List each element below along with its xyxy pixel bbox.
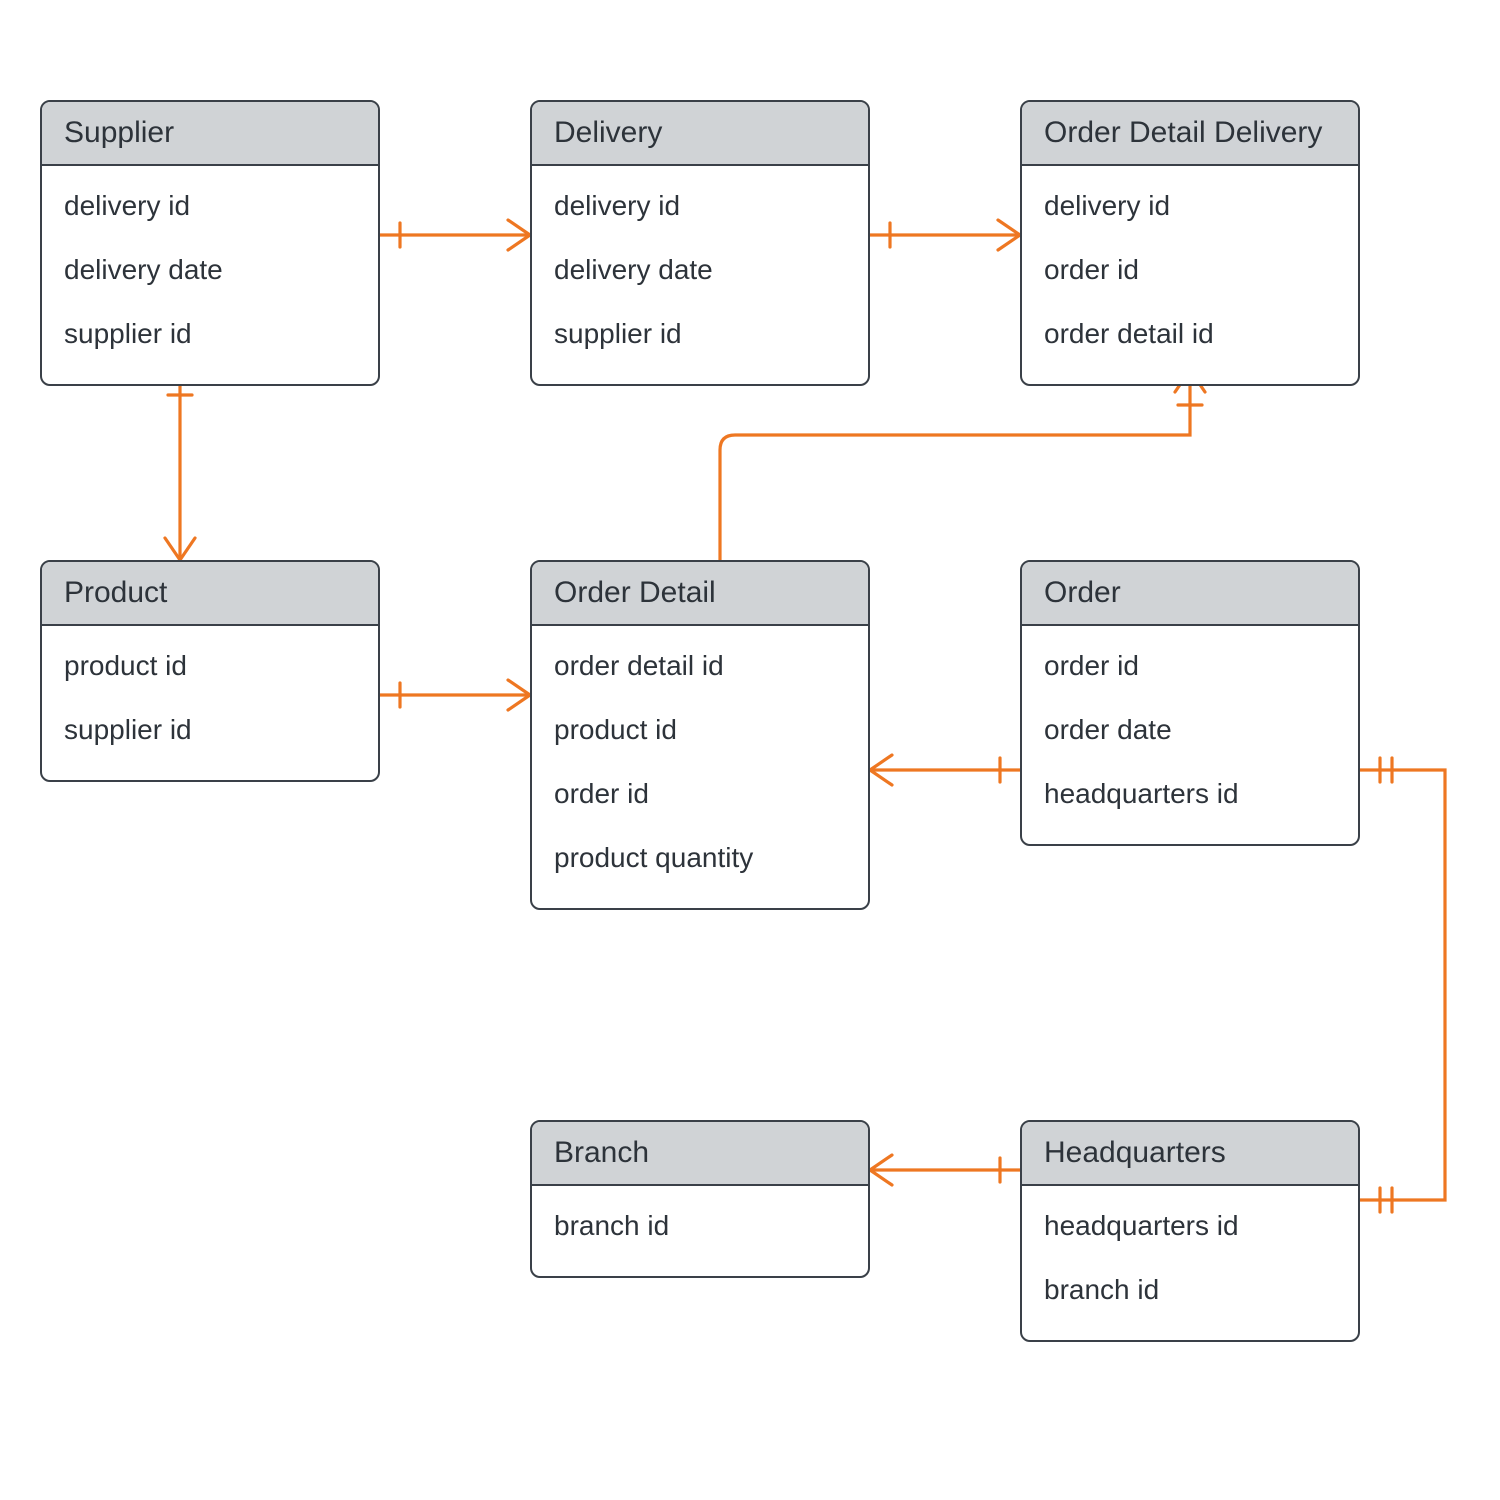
er-diagram-canvas: { "diagram_type": "entity-relationship",… — [0, 0, 1500, 1500]
attribute: supplier id — [554, 302, 846, 366]
attribute: headquarters id — [1044, 1194, 1336, 1258]
entity-headquarters-title: Headquarters — [1022, 1122, 1358, 1186]
attribute: order id — [554, 762, 846, 826]
attribute: branch id — [1044, 1258, 1336, 1322]
attribute: supplier id — [64, 698, 356, 762]
entity-delivery[interactable]: Delivery delivery id delivery date suppl… — [530, 100, 870, 386]
entity-supplier[interactable]: Supplier delivery id delivery date suppl… — [40, 100, 380, 386]
attribute: delivery date — [64, 238, 356, 302]
entity-branch-body: branch id — [532, 1186, 868, 1276]
entity-order-detail-delivery-body: delivery id order id order detail id — [1022, 166, 1358, 384]
entity-branch[interactable]: Branch branch id — [530, 1120, 870, 1278]
attribute: order date — [1044, 698, 1336, 762]
entity-order-title: Order — [1022, 562, 1358, 626]
attribute: order id — [1044, 238, 1336, 302]
entity-order-body: order id order date headquarters id — [1022, 626, 1358, 844]
attribute: delivery date — [554, 238, 846, 302]
entity-product-body: product id supplier id — [42, 626, 378, 780]
attribute: delivery id — [1044, 174, 1336, 238]
attribute: supplier id — [64, 302, 356, 366]
entity-order-detail[interactable]: Order Detail order detail id product id … — [530, 560, 870, 910]
entity-order-detail-title: Order Detail — [532, 562, 868, 626]
attribute: product quantity — [554, 826, 846, 890]
entity-order[interactable]: Order order id order date headquarters i… — [1020, 560, 1360, 846]
attribute: headquarters id — [1044, 762, 1336, 826]
entity-product[interactable]: Product product id supplier id — [40, 560, 380, 782]
entity-supplier-body: delivery id delivery date supplier id — [42, 166, 378, 384]
attribute: order detail id — [1044, 302, 1336, 366]
entity-order-detail-body: order detail id product id order id prod… — [532, 626, 868, 908]
entity-delivery-body: delivery id delivery date supplier id — [532, 166, 868, 384]
entity-product-title: Product — [42, 562, 378, 626]
entity-order-detail-delivery-title: Order Detail Delivery — [1022, 102, 1358, 166]
attribute: product id — [64, 634, 356, 698]
attribute: delivery id — [554, 174, 846, 238]
entity-supplier-title: Supplier — [42, 102, 378, 166]
attribute: order detail id — [554, 634, 846, 698]
entity-delivery-title: Delivery — [532, 102, 868, 166]
entity-headquarters[interactable]: Headquarters headquarters id branch id — [1020, 1120, 1360, 1342]
entity-branch-title: Branch — [532, 1122, 868, 1186]
attribute: branch id — [554, 1194, 846, 1258]
entity-headquarters-body: headquarters id branch id — [1022, 1186, 1358, 1340]
attribute: order id — [1044, 634, 1336, 698]
attribute: product id — [554, 698, 846, 762]
entity-order-detail-delivery[interactable]: Order Detail Delivery delivery id order … — [1020, 100, 1360, 386]
attribute: delivery id — [64, 174, 356, 238]
